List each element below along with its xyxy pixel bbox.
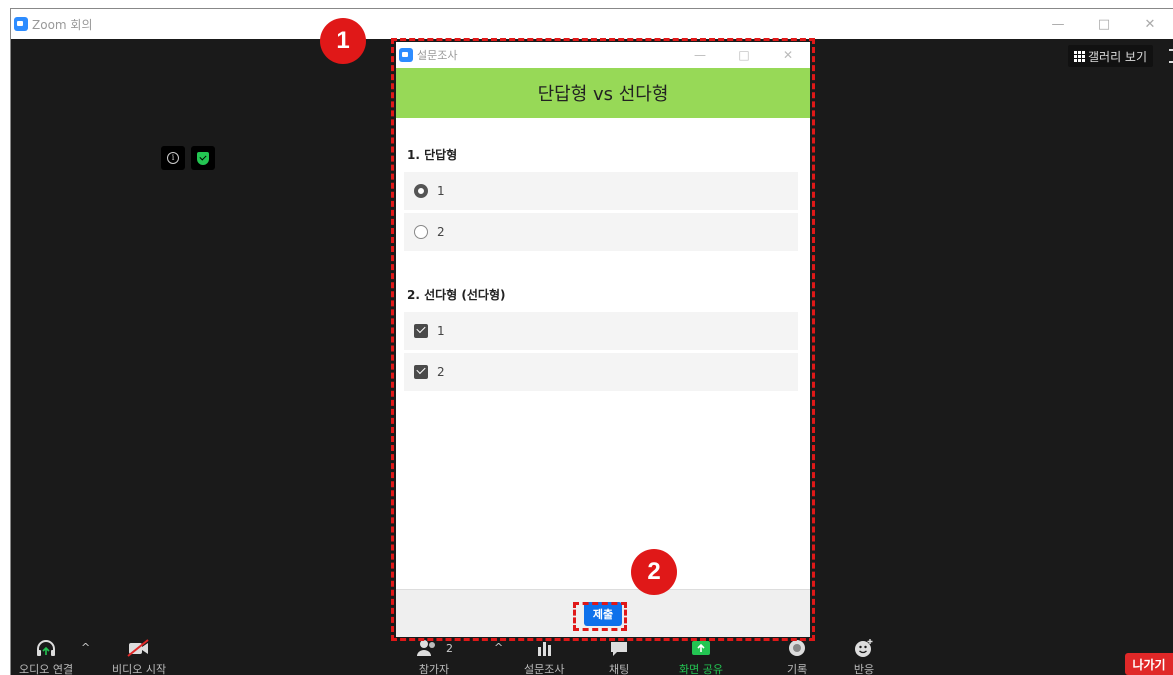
share-screen-label: 화면 공유 <box>679 663 723 675</box>
poll-button[interactable]: 설문조사 <box>524 637 564 675</box>
annotation-badge: 1 <box>320 18 366 64</box>
record-button[interactable]: 기록 <box>787 637 807 675</box>
reactions-label: 반응 <box>853 663 875 675</box>
headphones-icon <box>35 637 57 659</box>
annotation-box-survey <box>391 38 815 641</box>
poll-label: 설문조사 <box>524 663 565 675</box>
share-screen-button[interactable]: 화면 공유 <box>679 637 723 675</box>
annotation-box-submit <box>573 602 627 631</box>
zoom-window-title: Zoom 회의 <box>32 17 93 32</box>
participants-button[interactable]: 2 참가자 <box>415 637 453 675</box>
zoom-window-controls: — □ ✕ <box>1035 9 1173 39</box>
participants-label: 참가자 <box>418 663 450 675</box>
maximize-button[interactable]: □ <box>1081 17 1127 32</box>
audio-connect-button[interactable]: 오디오 연결 <box>19 637 73 675</box>
audio-options-caret[interactable]: ^ <box>81 641 90 654</box>
close-button[interactable]: ✕ <box>1127 17 1173 32</box>
reactions-button[interactable]: 반응 <box>853 637 875 675</box>
meeting-info-button[interactable]: i <box>161 146 185 170</box>
video-off-icon <box>126 637 152 659</box>
annotation-badge: 2 <box>631 549 677 595</box>
zoom-titlebar: Zoom 회의 — □ ✕ <box>11 9 1173 39</box>
minimize-button[interactable]: — <box>1035 17 1081 32</box>
meeting-toolbar: 오디오 연결 ^ 비디오 시작 2 참가자 ^ 설문조사 채팅 화면 공유 기록… <box>11 637 1173 675</box>
gallery-view-label: 갤러리 보기 <box>1088 49 1148 64</box>
chat-label: 채팅 <box>609 663 630 675</box>
shield-check-icon <box>197 151 209 165</box>
start-video-label: 비디오 시작 <box>112 663 167 675</box>
security-status-button[interactable] <box>191 146 215 170</box>
gallery-view-button[interactable]: 갤러리 보기 <box>1068 45 1154 67</box>
leave-meeting-button[interactable]: 나가기 <box>1125 653 1173 675</box>
participants-options-caret[interactable]: ^ <box>494 641 503 654</box>
record-label: 기록 <box>787 663 808 675</box>
start-video-button[interactable]: 비디오 시작 <box>112 637 166 675</box>
grid-icon <box>1074 50 1085 62</box>
info-icon: i <box>167 152 179 164</box>
audio-connect-label: 오디오 연결 <box>19 663 74 675</box>
fullscreen-icon[interactable] <box>1169 49 1173 63</box>
zoom-logo-icon <box>14 17 28 31</box>
chat-button[interactable]: 채팅 <box>609 637 629 675</box>
smiley-plus-icon <box>853 637 875 659</box>
participant-count: 2 <box>446 641 453 655</box>
meeting-info-icons: i <box>161 146 215 170</box>
